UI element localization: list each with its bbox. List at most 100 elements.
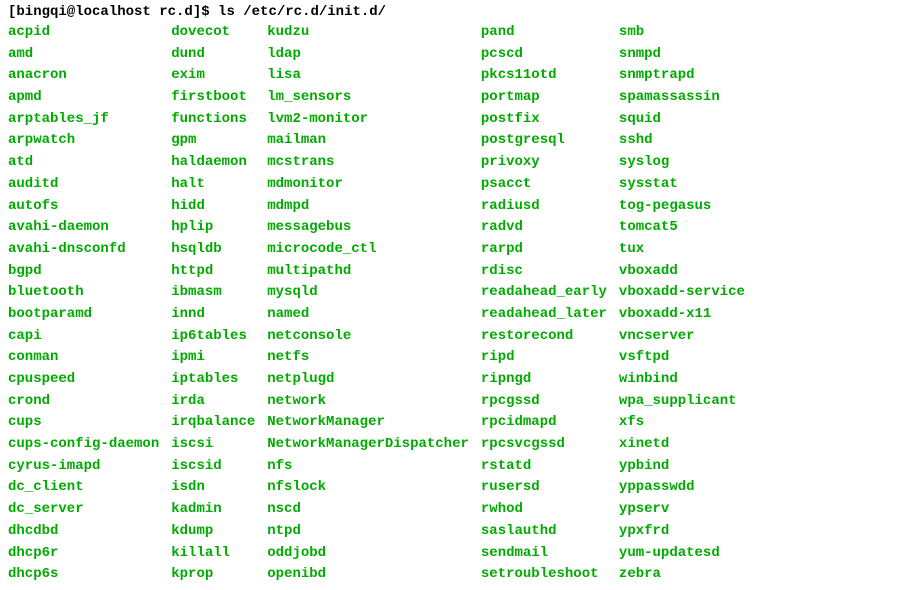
file-entry: pkcs11otd bbox=[481, 65, 607, 87]
file-entry: sshd bbox=[619, 130, 745, 152]
file-entry: iscsid bbox=[171, 456, 255, 478]
file-entry: bootparamd bbox=[8, 304, 159, 326]
file-entry: atd bbox=[8, 152, 159, 174]
file-entry: setroubleshoot bbox=[481, 564, 607, 586]
file-entry: avahi-dnsconfd bbox=[8, 239, 159, 261]
file-entry: irqbalance bbox=[171, 412, 255, 434]
file-entry: kdump bbox=[171, 521, 255, 543]
listing-column-3: kudzuldaplisalm_sensorslvm2-monitormailm… bbox=[267, 22, 469, 586]
file-entry: smb bbox=[619, 22, 745, 44]
file-entry: ripngd bbox=[481, 369, 607, 391]
file-entry: nfslock bbox=[267, 477, 469, 499]
directory-listing: acpidamdanacronapmdarptables_jfarpwatcha… bbox=[8, 22, 906, 586]
file-entry: netfs bbox=[267, 347, 469, 369]
file-entry: nscd bbox=[267, 499, 469, 521]
file-entry: sendmail bbox=[481, 543, 607, 565]
file-entry: kprop bbox=[171, 564, 255, 586]
file-entry: lvm2-monitor bbox=[267, 109, 469, 131]
file-entry: snmptrapd bbox=[619, 65, 745, 87]
file-entry: kudzu bbox=[267, 22, 469, 44]
file-entry: ibmasm bbox=[171, 282, 255, 304]
file-entry: dund bbox=[171, 44, 255, 66]
file-entry: microcode_ctl bbox=[267, 239, 469, 261]
file-entry: mysqld bbox=[267, 282, 469, 304]
file-entry: ypserv bbox=[619, 499, 745, 521]
file-entry: yum-updatesd bbox=[619, 543, 745, 565]
file-entry: dhcp6s bbox=[8, 564, 159, 586]
file-entry: capi bbox=[8, 326, 159, 348]
file-entry: lisa bbox=[267, 65, 469, 87]
file-entry: cyrus-imapd bbox=[8, 456, 159, 478]
file-entry: netplugd bbox=[267, 369, 469, 391]
file-entry: ypxfrd bbox=[619, 521, 745, 543]
file-entry: apmd bbox=[8, 87, 159, 109]
file-entry: rdisc bbox=[481, 261, 607, 283]
file-entry: NetworkManagerDispatcher bbox=[267, 434, 469, 456]
file-entry: postgresql bbox=[481, 130, 607, 152]
file-entry: readahead_early bbox=[481, 282, 607, 304]
file-entry: hsqldb bbox=[171, 239, 255, 261]
file-entry: multipathd bbox=[267, 261, 469, 283]
file-entry: lm_sensors bbox=[267, 87, 469, 109]
file-entry: saslauthd bbox=[481, 521, 607, 543]
file-entry: xinetd bbox=[619, 434, 745, 456]
file-entry: pcscd bbox=[481, 44, 607, 66]
file-entry: halt bbox=[171, 174, 255, 196]
file-entry: wpa_supplicant bbox=[619, 391, 745, 413]
file-entry: conman bbox=[8, 347, 159, 369]
file-entry: ipmi bbox=[171, 347, 255, 369]
file-entry: dc_client bbox=[8, 477, 159, 499]
prompt-line: [bingqi@localhost rc.d]$ ls /etc/rc.d/in… bbox=[8, 4, 906, 20]
file-entry: isdn bbox=[171, 477, 255, 499]
file-entry: ldap bbox=[267, 44, 469, 66]
file-entry: cups-config-daemon bbox=[8, 434, 159, 456]
file-entry: radvd bbox=[481, 217, 607, 239]
file-entry: tux bbox=[619, 239, 745, 261]
file-entry: dc_server bbox=[8, 499, 159, 521]
file-entry: innd bbox=[171, 304, 255, 326]
file-entry: snmpd bbox=[619, 44, 745, 66]
file-entry: httpd bbox=[171, 261, 255, 283]
file-entry: privoxy bbox=[481, 152, 607, 174]
file-entry: iptables bbox=[171, 369, 255, 391]
file-entry: ripd bbox=[481, 347, 607, 369]
file-entry: anacron bbox=[8, 65, 159, 87]
file-entry: xfs bbox=[619, 412, 745, 434]
file-entry: avahi-daemon bbox=[8, 217, 159, 239]
listing-column-1: acpidamdanacronapmdarptables_jfarpwatcha… bbox=[8, 22, 159, 586]
file-entry: mcstrans bbox=[267, 152, 469, 174]
file-entry: sysstat bbox=[619, 174, 745, 196]
file-entry: ypbind bbox=[619, 456, 745, 478]
file-entry: vncserver bbox=[619, 326, 745, 348]
file-entry: vsftpd bbox=[619, 347, 745, 369]
shell-prompt: [bingqi@localhost rc.d]$ bbox=[8, 4, 218, 20]
file-entry: syslog bbox=[619, 152, 745, 174]
file-entry: psacct bbox=[481, 174, 607, 196]
file-entry: haldaemon bbox=[171, 152, 255, 174]
file-entry: dhcdbd bbox=[8, 521, 159, 543]
file-entry: mdmonitor bbox=[267, 174, 469, 196]
file-entry: radiusd bbox=[481, 196, 607, 218]
file-entry: dovecot bbox=[171, 22, 255, 44]
file-entry: tog-pegasus bbox=[619, 196, 745, 218]
file-entry: auditd bbox=[8, 174, 159, 196]
file-entry: functions bbox=[171, 109, 255, 131]
file-entry: bgpd bbox=[8, 261, 159, 283]
file-entry: firstboot bbox=[171, 87, 255, 109]
file-entry: irda bbox=[171, 391, 255, 413]
shell-command: ls /etc/rc.d/init.d/ bbox=[218, 4, 386, 20]
file-entry: hidd bbox=[171, 196, 255, 218]
file-entry: rpcsvcgssd bbox=[481, 434, 607, 456]
file-entry: messagebus bbox=[267, 217, 469, 239]
listing-column-2: dovecotdundeximfirstbootfunctionsgpmhald… bbox=[171, 22, 255, 586]
file-entry: restorecond bbox=[481, 326, 607, 348]
file-entry: tomcat5 bbox=[619, 217, 745, 239]
file-entry: cpuspeed bbox=[8, 369, 159, 391]
file-entry: readahead_later bbox=[481, 304, 607, 326]
file-entry: ip6tables bbox=[171, 326, 255, 348]
file-entry: rpcgssd bbox=[481, 391, 607, 413]
file-entry: rwhod bbox=[481, 499, 607, 521]
file-entry: named bbox=[267, 304, 469, 326]
file-entry: amd bbox=[8, 44, 159, 66]
file-entry: bluetooth bbox=[8, 282, 159, 304]
